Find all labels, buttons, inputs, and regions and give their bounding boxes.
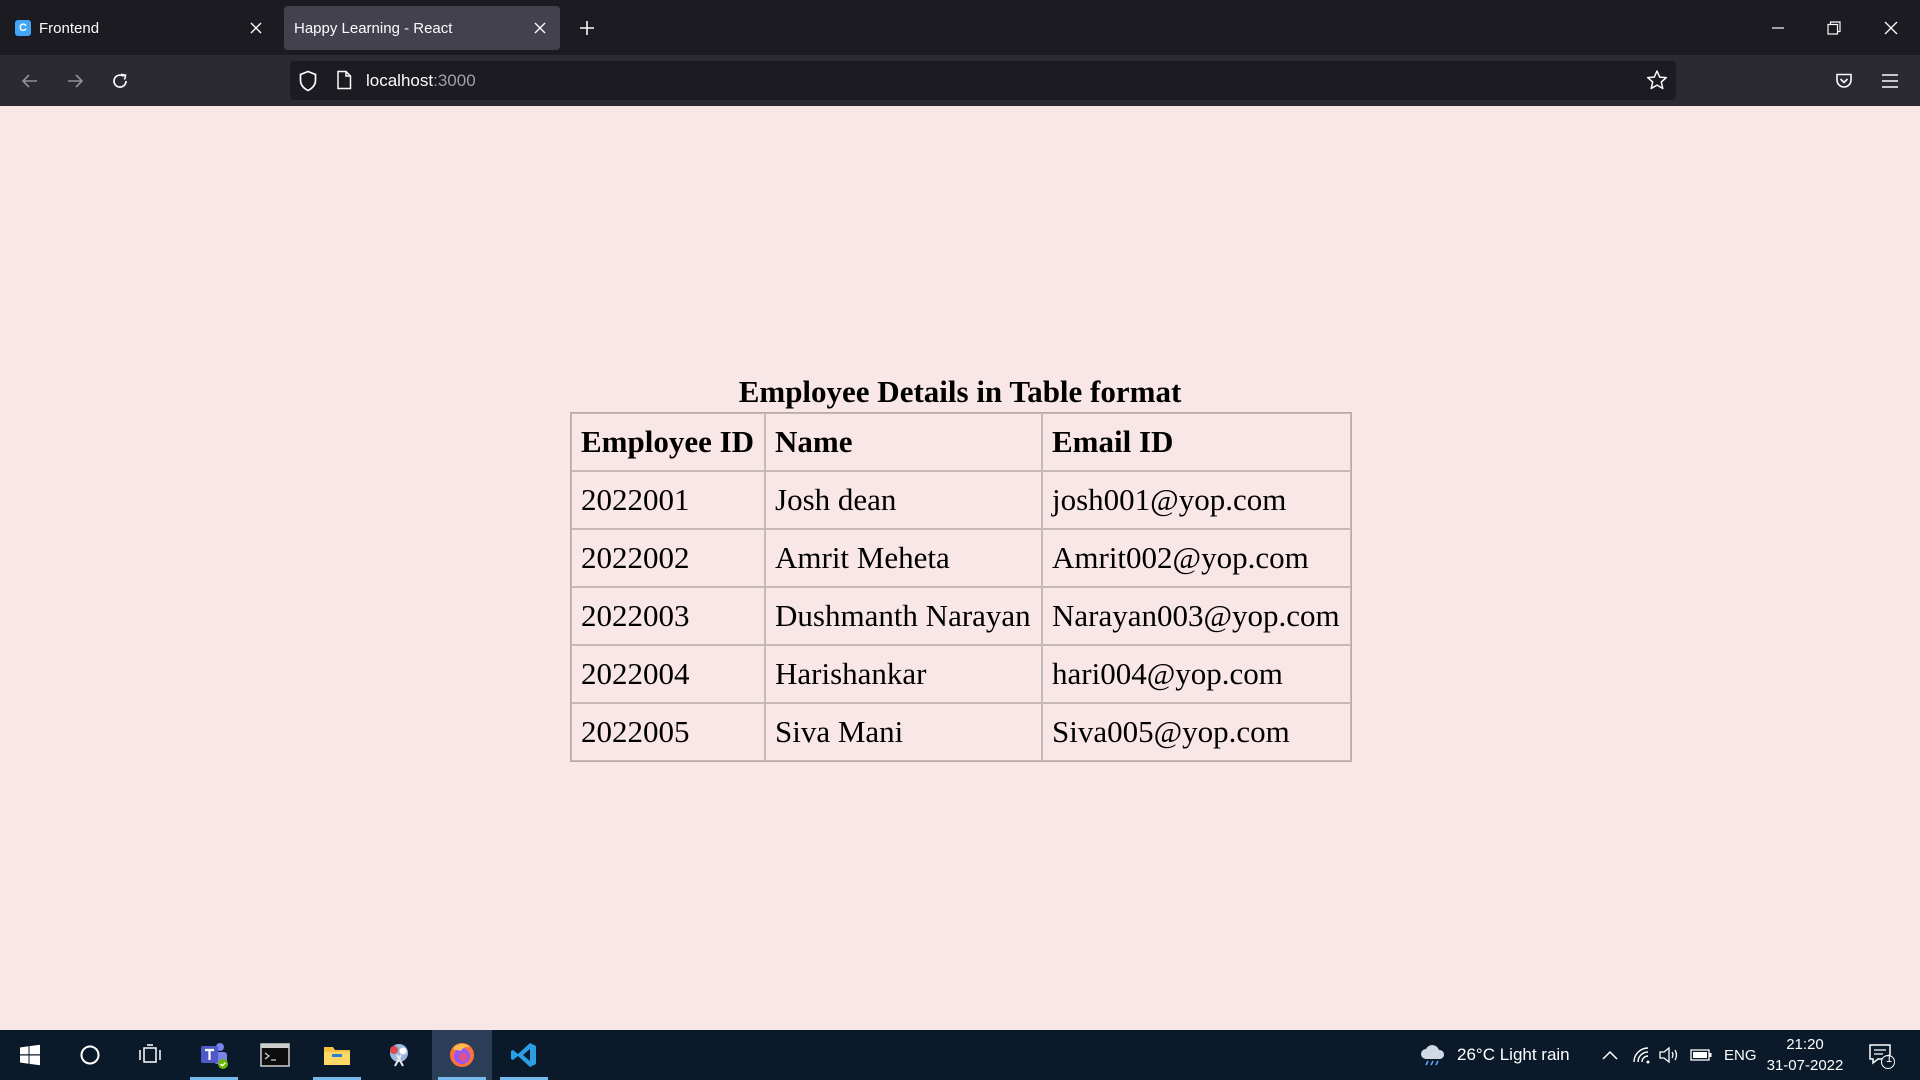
url-host: localhost [366, 71, 434, 90]
task-view-icon[interactable] [120, 1030, 180, 1080]
terminal-icon[interactable] [245, 1030, 305, 1080]
page-title: Employee Details in Table format [738, 374, 1182, 409]
forward-button[interactable] [61, 67, 89, 95]
cell-employee-id: 2022003 [571, 587, 765, 645]
tab-strip: C Frontend Happy Learning - React [0, 0, 1920, 55]
header-email-id: Email ID [1042, 413, 1351, 471]
clock-date: 31-07-2022 [1766, 1057, 1844, 1074]
cell-email: hari004@yop.com [1042, 645, 1351, 703]
teams-icon[interactable] [184, 1030, 244, 1080]
navigation-bar: localhost:3000 [0, 55, 1920, 106]
close-tab-icon[interactable] [244, 16, 268, 40]
clock[interactable]: 21:20 31-07-2022 [1760, 1034, 1850, 1076]
cell-employee-id: 2022002 [571, 529, 765, 587]
close-window-button[interactable] [1877, 14, 1905, 42]
snipping-tool-icon[interactable] [369, 1030, 429, 1080]
language-indicator[interactable]: ENG [1724, 1030, 1757, 1080]
table-row: 2022005 Siva Mani Siva005@yop.com [571, 703, 1351, 761]
table-row: 2022003 Dushmanth Narayan Narayan003@yop… [571, 587, 1351, 645]
tab-title: Happy Learning - React [294, 19, 453, 37]
rain-cloud-icon [1421, 1045, 1445, 1066]
table-row: 2022001 Josh dean josh001@yop.com [571, 471, 1351, 529]
cell-name: Josh dean [765, 471, 1042, 529]
show-hidden-icons-chevron-icon[interactable] [1602, 1030, 1618, 1080]
network-icon[interactable] [1632, 1030, 1652, 1080]
close-tab-icon[interactable] [528, 16, 552, 40]
minimize-button[interactable] [1764, 14, 1792, 42]
reload-button[interactable] [106, 67, 134, 95]
notification-count: 1 [1885, 1053, 1893, 1065]
language-text: ENG [1724, 1046, 1757, 1064]
page-info-icon[interactable] [336, 70, 352, 95]
notification-center-icon[interactable]: 1 [1866, 1030, 1896, 1080]
menu-icon[interactable] [1876, 67, 1904, 95]
cell-email: josh001@yop.com [1042, 471, 1351, 529]
volume-icon[interactable] [1658, 1030, 1680, 1080]
shield-icon[interactable] [298, 70, 318, 97]
battery-icon[interactable] [1690, 1030, 1712, 1080]
weather-widget[interactable]: 26°C Light rain [1418, 1030, 1570, 1080]
tab-title: Frontend [39, 19, 100, 37]
cell-email: Narayan003@yop.com [1042, 587, 1351, 645]
url-text[interactable]: localhost:3000 [366, 71, 476, 91]
employee-table: Employee ID Name Email ID 2022001 Josh d… [570, 412, 1352, 762]
bookmark-star-icon[interactable] [1646, 69, 1668, 96]
cell-employee-id: 2022005 [571, 703, 765, 761]
back-button[interactable] [16, 67, 44, 95]
clock-time: 21:20 [1786, 1036, 1824, 1053]
taskbar: 26°C Light rain ENG 21:20 31-07-2022 1 [0, 1030, 1920, 1080]
weather-text: 26°C Light rain [1457, 1045, 1570, 1064]
cell-name: Siva Mani [765, 703, 1042, 761]
cell-employee-id: 2022004 [571, 645, 765, 703]
tab-happy-learning[interactable]: Happy Learning - React [284, 6, 560, 50]
cell-name: Amrit Meheta [765, 529, 1042, 587]
pocket-icon[interactable] [1830, 67, 1858, 95]
new-tab-button[interactable] [574, 15, 600, 41]
tab-frontend[interactable]: C Frontend [6, 6, 276, 50]
url-port: :3000 [433, 71, 476, 90]
address-bar[interactable]: localhost:3000 [290, 61, 1676, 100]
firefox-icon[interactable] [432, 1030, 492, 1080]
table-row: 2022004 Harishankar hari004@yop.com [571, 645, 1351, 703]
start-button[interactable] [0, 1030, 60, 1080]
cell-email: Siva005@yop.com [1042, 703, 1351, 761]
header-employee-id: Employee ID [571, 413, 765, 471]
cell-email: Amrit002@yop.com [1042, 529, 1351, 587]
cell-name: Harishankar [765, 645, 1042, 703]
file-explorer-icon[interactable] [307, 1030, 367, 1080]
page-content: Employee Details in Table format Employe… [0, 106, 1920, 1030]
cell-name: Dushmanth Narayan [765, 587, 1042, 645]
frontend-favicon-icon: C [15, 20, 31, 36]
restore-button[interactable] [1820, 14, 1848, 42]
table-row: 2022002 Amrit Meheta Amrit002@yop.com [571, 529, 1351, 587]
table-header-row: Employee ID Name Email ID [571, 413, 1351, 471]
vscode-icon[interactable] [494, 1030, 554, 1080]
header-name: Name [765, 413, 1042, 471]
cell-employee-id: 2022001 [571, 471, 765, 529]
search-circle-icon[interactable] [60, 1030, 120, 1080]
